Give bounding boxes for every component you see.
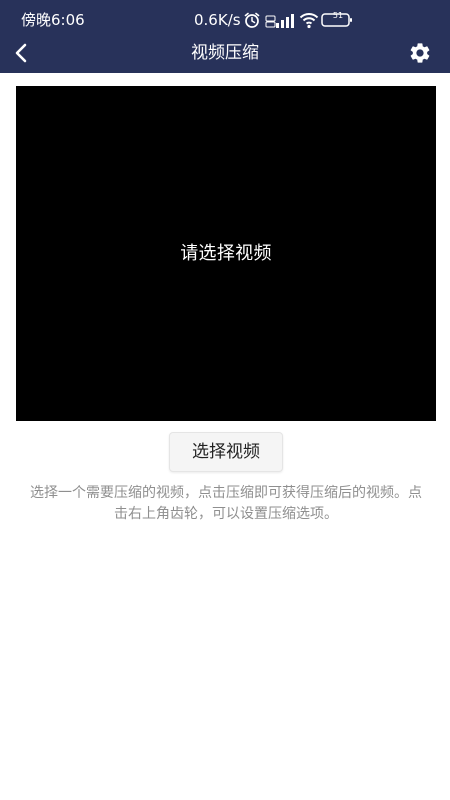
gear-icon <box>410 43 430 63</box>
status-time: 傍晚6:06 <box>21 11 85 29</box>
wifi-icon <box>299 11 319 33</box>
video-preview[interactable]: 请选择视频 <box>16 86 436 421</box>
settings-button[interactable] <box>406 39 434 67</box>
page-title: 视频压缩 <box>191 43 259 63</box>
back-button[interactable] <box>4 33 38 73</box>
app-header: 傍晚6:06 0.6K/s 51 视频压缩 <box>0 0 450 73</box>
network-speed: 0.6K/s <box>194 11 241 29</box>
battery-level: 51 <box>332 11 344 20</box>
navigation-bar: 视频压缩 <box>0 33 450 73</box>
chevron-left-icon <box>15 43 27 63</box>
signal-icon <box>275 11 295 33</box>
battery-icon: 51 <box>321 11 353 33</box>
instructions-text: 选择一个需要压缩的视频，点击压缩即可获得压缩后的视频。点击右上角齿轮，可以设置压… <box>30 485 422 522</box>
alarm-icon <box>243 11 261 33</box>
preview-placeholder: 请选择视频 <box>180 242 272 264</box>
select-video-button[interactable]: 选择视频 <box>169 432 283 472</box>
status-icons: 51 <box>243 11 353 31</box>
